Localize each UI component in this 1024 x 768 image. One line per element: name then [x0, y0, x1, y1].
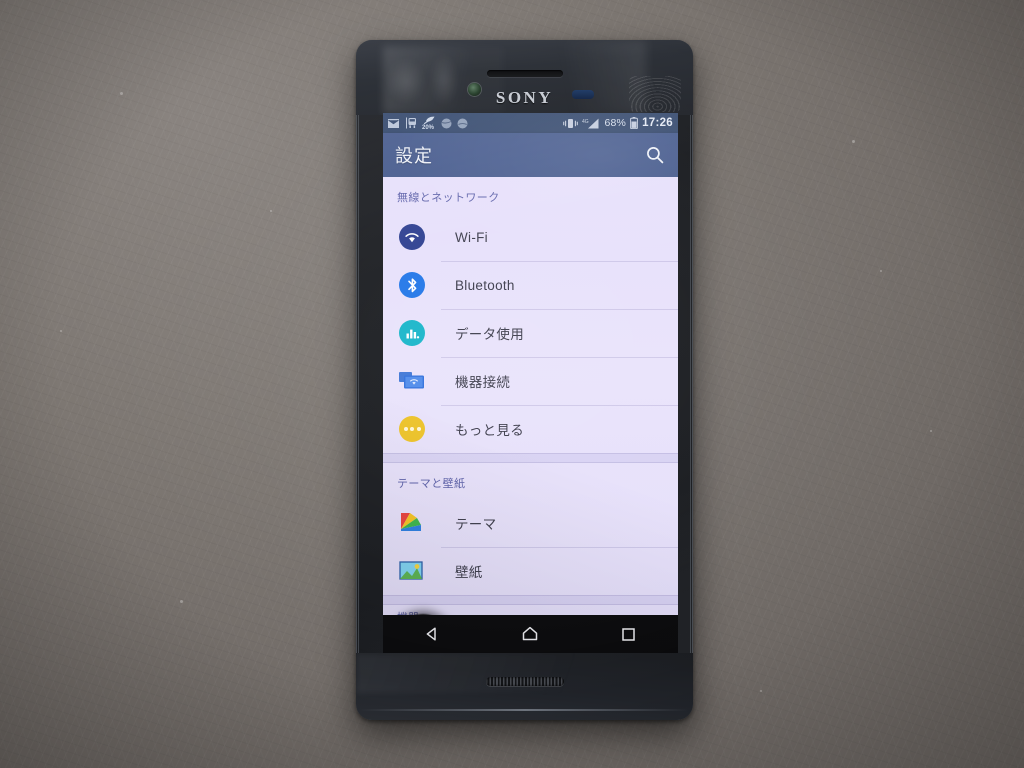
battery-percent-label: 68%	[604, 117, 627, 129]
settings-list[interactable]: 無線とネットワーク Wi-Fi Bluetooth データ使用 機器接続 もっと…	[383, 177, 678, 615]
back-icon	[426, 627, 436, 641]
phone-screen: 20% 4G 68% 17:26 設定 無線とネットワーク Wi-Fi Blue…	[383, 113, 678, 653]
battery-icon	[630, 117, 638, 129]
status-bar-left-icons: 20%	[387, 116, 563, 131]
phone-bottom-bezel	[356, 653, 693, 720]
settings-row-wallpaper[interactable]: 壁紙	[383, 547, 678, 595]
status-bar: 20% 4G 68% 17:26	[383, 113, 678, 133]
sony-logo: SONY	[495, 88, 554, 107]
settings-row-theme[interactable]: テーマ	[383, 499, 678, 547]
settings-row-bluetooth[interactable]: Bluetooth	[383, 261, 678, 309]
app-bar: 設定	[383, 133, 678, 177]
photo-scene: SONY 20% 4G 68% 17:26 設定 無線とネットワーク Wi-Fi…	[0, 0, 1024, 768]
settings-row-device-connection[interactable]: 機器接続	[383, 357, 678, 405]
settings-row-wifi[interactable]: Wi-Fi	[383, 213, 678, 261]
theme-icon	[397, 508, 427, 538]
settings-row-label: データ使用	[455, 327, 524, 342]
recents-icon	[622, 627, 636, 641]
transit-icon	[406, 117, 416, 129]
battery-saver-icon: 20%	[422, 116, 436, 131]
device-connection-icon	[397, 366, 427, 396]
clock-label: 17:26	[642, 117, 673, 129]
settings-row-more[interactable]: もっと見る	[383, 405, 678, 453]
settings-row-label: Bluetooth	[455, 277, 515, 293]
settings-row-label: 機器接続	[455, 375, 511, 390]
notification-circle-icon-1	[441, 118, 452, 128]
fingerprint-smudge	[430, 54, 458, 106]
status-bar-right-icons: 4G 68% 17:26	[563, 117, 673, 129]
proximity-sensor	[572, 90, 594, 99]
data-usage-icon	[397, 318, 427, 348]
phone-bottom-edge	[360, 709, 689, 711]
section-divider	[383, 453, 678, 463]
section-divider	[383, 595, 678, 605]
settings-row-data-usage[interactable]: データ使用	[383, 309, 678, 357]
vibrate-icon	[563, 118, 579, 128]
bottom-speaker	[485, 677, 564, 686]
battery-saver-percent: 20%	[422, 124, 435, 131]
settings-row-label: テーマ	[455, 517, 497, 532]
earpiece-speaker	[486, 70, 563, 77]
notification-circle-icon-2	[457, 118, 468, 128]
settings-row-label: もっと見る	[455, 423, 524, 438]
front-camera	[468, 83, 481, 96]
signal-bars-icon: 4G	[582, 118, 599, 128]
section-header-device: 機器	[383, 605, 678, 615]
more-icon	[397, 414, 427, 444]
bluetooth-icon	[397, 270, 427, 300]
section-header-wireless: 無線とネットワーク	[397, 192, 500, 204]
section-header-theme: テーマと壁紙	[397, 478, 466, 490]
svg-text:4G: 4G	[582, 119, 589, 125]
wifi-icon	[397, 222, 427, 252]
wallpaper-icon	[397, 556, 427, 586]
navigation-bar[interactable]	[383, 615, 678, 653]
page-title: 設定	[395, 146, 433, 166]
phone-top-bezel: SONY	[356, 40, 693, 115]
settings-row-label: Wi-Fi	[455, 229, 488, 245]
back-button[interactable]	[411, 615, 453, 653]
fingerprint-smudge	[386, 58, 426, 104]
recents-button[interactable]	[608, 615, 650, 653]
sony-xperia-phone: SONY 20% 4G 68% 17:26 設定 無線とネットワーク Wi-Fi…	[356, 40, 693, 720]
mail-icon	[388, 118, 399, 128]
settings-row-label: 壁紙	[455, 565, 483, 580]
home-button[interactable]	[509, 615, 551, 653]
search-icon	[647, 147, 664, 164]
home-icon	[523, 626, 538, 641]
search-button[interactable]	[644, 144, 666, 166]
thumbprint-smudge	[629, 76, 681, 112]
